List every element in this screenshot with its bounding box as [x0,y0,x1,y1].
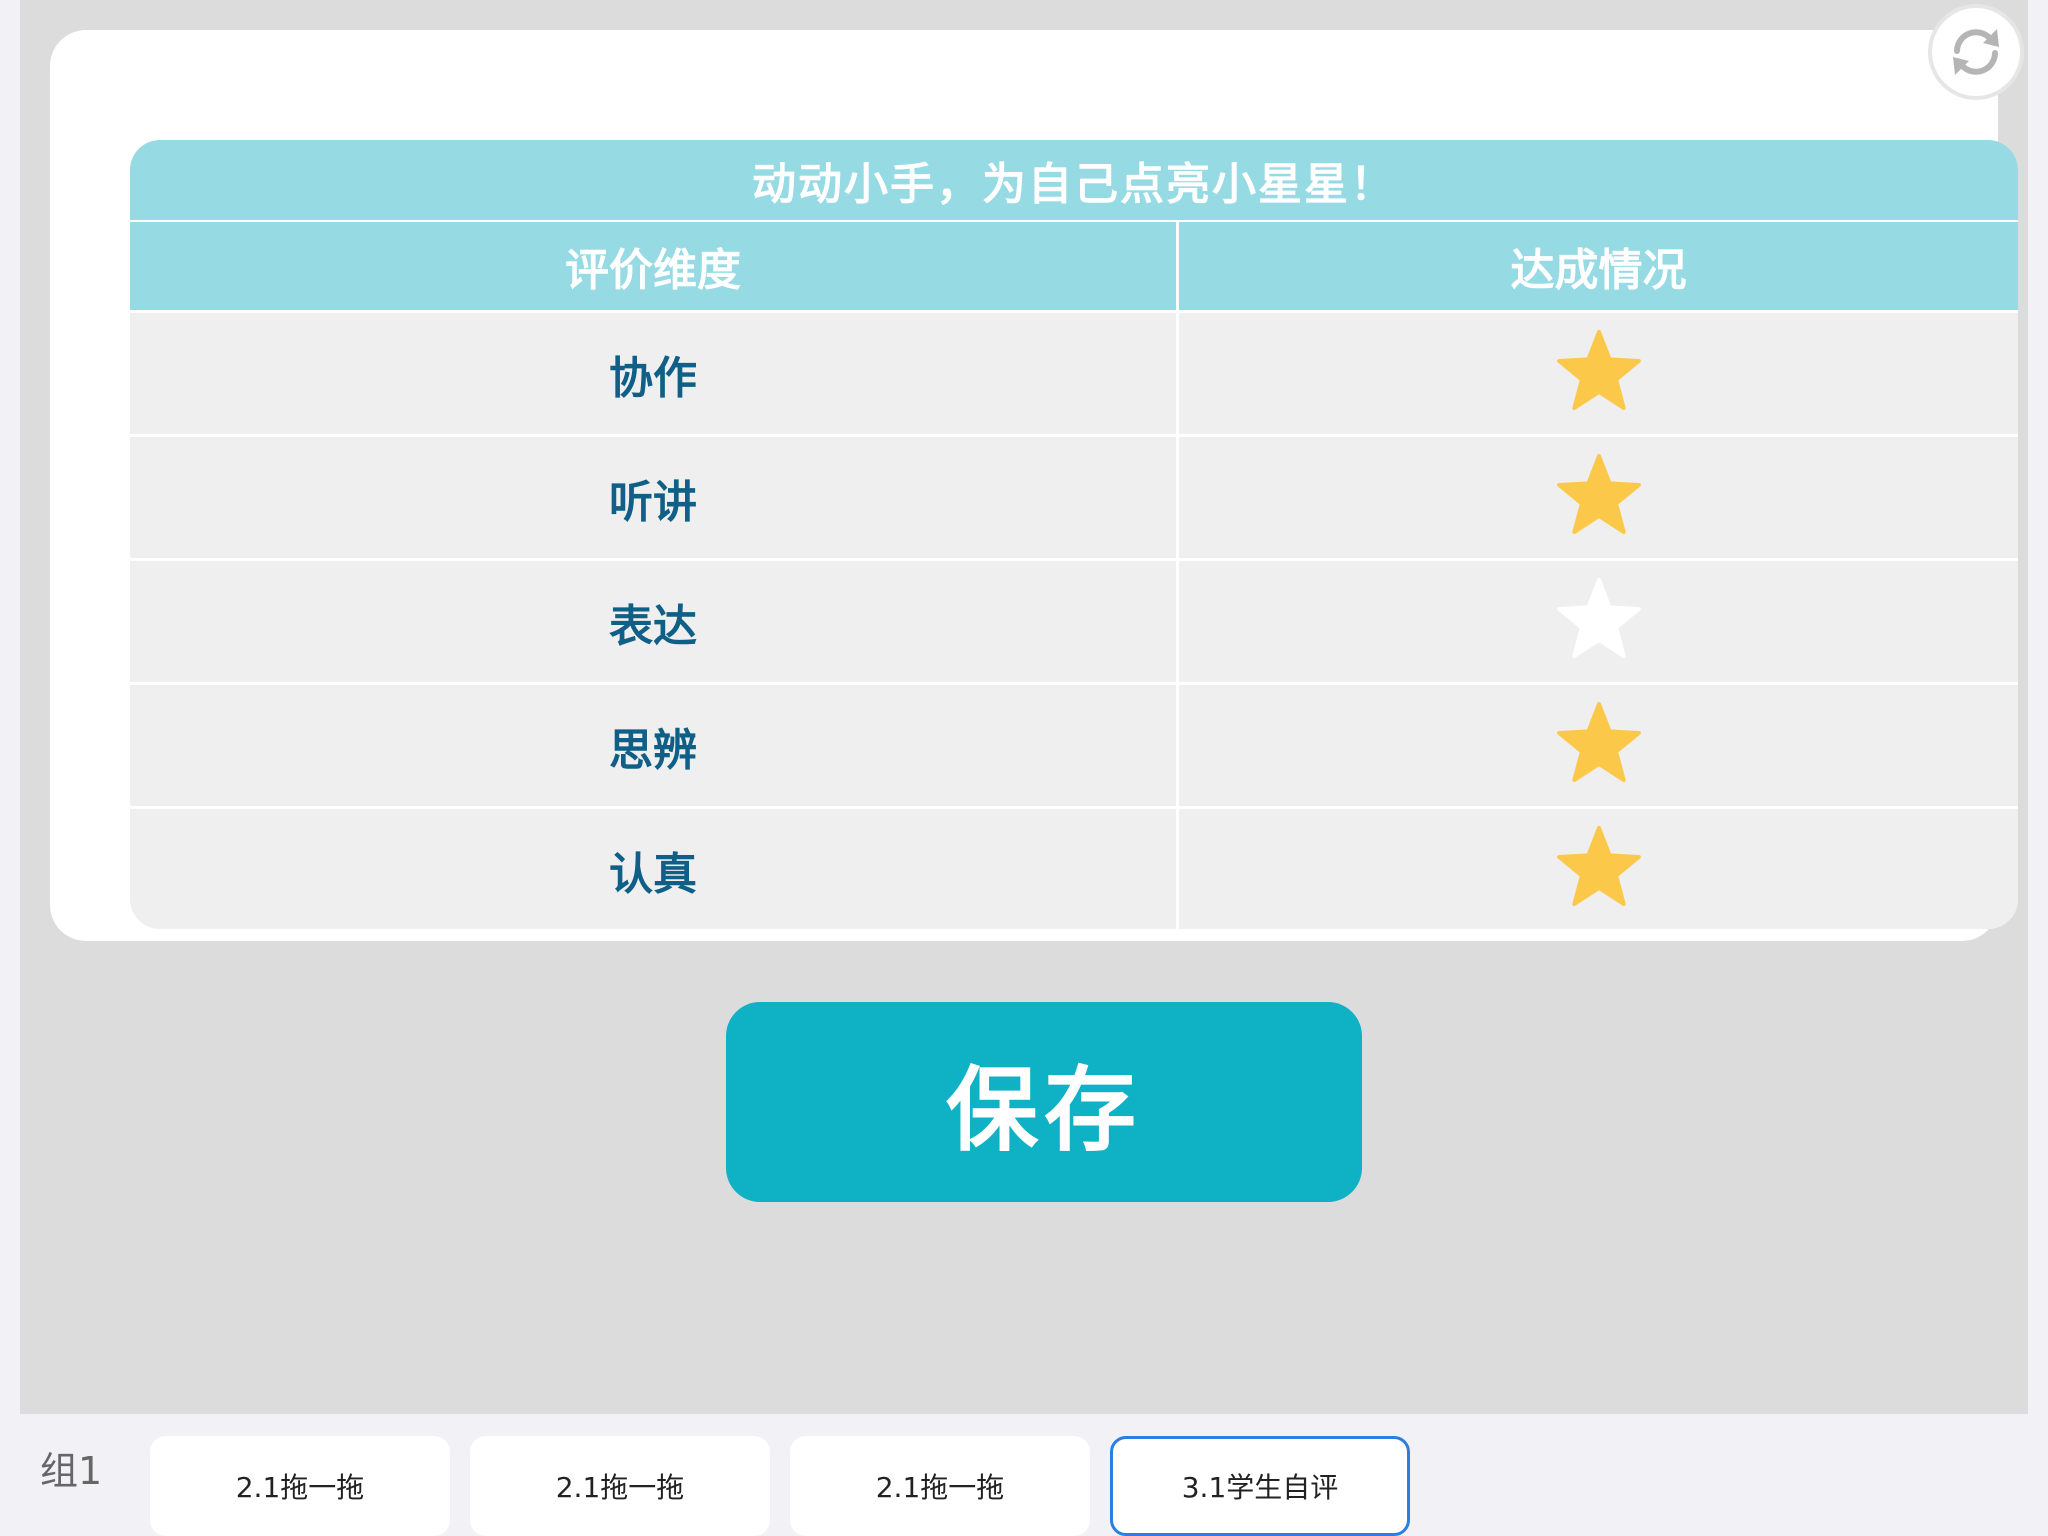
table-row: 表达 [130,561,2018,682]
star-icon[interactable] [1555,329,1643,418]
page-tabs: 2.1拖一拖 2.1拖一拖 2.1拖一拖 3.1学生自评 [150,1436,1430,1536]
tab-page[interactable]: 2.1拖一拖 [470,1436,770,1536]
evaluation-card: 动动小手，为自己点亮小星星！ 评价维度 达成情况 协作 听讲 表达 思辨 认真 [50,30,2018,941]
star-icon[interactable] [1555,825,1643,914]
dimension-cell: 认真 [130,809,1176,929]
tab-page[interactable]: 2.1拖一拖 [790,1436,1090,1536]
status-cell [1179,809,2018,929]
status-cell [1179,685,2018,806]
dimension-cell: 表达 [130,561,1176,682]
tab-page[interactable]: 2.1拖一拖 [150,1436,450,1536]
dimension-label: 表达 [609,600,697,652]
table-header-row: 评价维度 达成情况 [130,222,2018,310]
column-header-dimension: 评价维度 [130,222,1176,310]
save-button[interactable]: 保存 [726,1002,1362,1202]
dimension-label: 听讲 [609,476,697,528]
status-cell [1179,313,2018,434]
table-row: 听讲 [130,437,2018,558]
refresh-button[interactable] [1928,4,2024,100]
star-icon[interactable] [1555,453,1643,542]
tab-page[interactable]: 3.1学生自评 [1110,1436,1410,1536]
table-row: 思辨 [130,685,2018,806]
evaluation-table: 动动小手，为自己点亮小星星！ 评价维度 达成情况 协作 听讲 表达 思辨 认真 [130,140,2018,929]
dimension-label: 协作 [609,352,697,404]
stage-area: 动动小手，为自己点亮小星星！ 评价维度 达成情况 协作 听讲 表达 思辨 认真 … [20,0,2028,1414]
table-row: 协作 [130,313,2018,434]
status-cell [1179,437,2018,558]
star-icon[interactable] [1555,577,1643,666]
refresh-icon [1953,29,1999,75]
dimension-cell: 听讲 [130,437,1176,558]
star-icon[interactable] [1555,701,1643,790]
table-banner-title: 动动小手，为自己点亮小星星！ [130,140,2018,220]
group-label: 组1 [40,1449,103,1493]
table-row: 认真 [130,809,2018,929]
dimension-cell: 协作 [130,313,1176,434]
column-header-status: 达成情况 [1179,222,2018,310]
status-cell [1179,561,2018,682]
dimension-cell: 思辨 [130,685,1176,806]
dimension-label: 思辨 [609,724,697,776]
dimension-label: 认真 [609,848,697,900]
